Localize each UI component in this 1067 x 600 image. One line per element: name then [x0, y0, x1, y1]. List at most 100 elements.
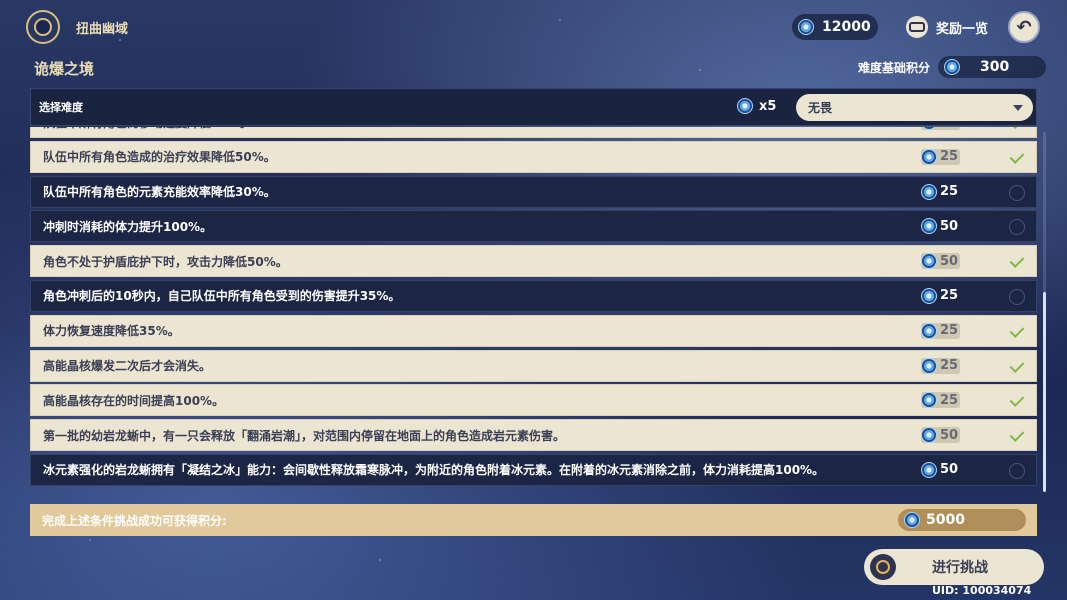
- conditions-list-inner: 队伍中所有角色的移动速度降低15%。 50 队伍中所有角色造成的治疗效果降低50%。…: [30, 127, 1037, 489]
- condition-row[interactable]: 第一批的幼岩龙蜥中，有一只会释放「翻涌岩潮」，对范围内停留在地面上的角色造成岩元…: [30, 419, 1037, 452]
- base-score-value: 300: [980, 59, 1010, 75]
- condition-row[interactable]: 队伍中所有角色造成的治疗效果降低50%。 25: [30, 140, 1037, 173]
- point-coin-icon: [921, 287, 937, 304]
- condition-text: 队伍中所有角色造成的治疗效果降低50%。: [43, 150, 276, 165]
- empty-circle-icon[interactable]: [1009, 288, 1025, 305]
- point-coin-icon: [921, 253, 937, 270]
- condition-row[interactable]: 高能晶核爆发二次后才会消失。 25: [30, 349, 1037, 382]
- condition-row[interactable]: 冲刺时消耗的体力提升100%。 50: [30, 210, 1037, 243]
- point-coin-icon: [921, 357, 937, 374]
- condition-score: 25: [921, 357, 961, 374]
- point-coin-icon: [921, 218, 937, 235]
- condition-score: 50: [921, 427, 961, 444]
- condition-score-value: 25: [940, 149, 959, 165]
- checkmark-icon[interactable]: [1009, 150, 1025, 166]
- checkmark-icon[interactable]: [1009, 127, 1025, 131]
- start-challenge-button[interactable]: 进行挑战: [864, 549, 1044, 585]
- app-title: 扭曲幽域: [76, 22, 129, 37]
- condition-score: 50: [921, 218, 959, 235]
- condition-score-value: 25: [940, 358, 959, 374]
- condition-text: 队伍中所有角色的元素充能效率降低30%。: [43, 185, 276, 200]
- condition-text: 角色冲刺后的10秒内，自己队伍中所有角色受到的伤害提升35%。: [43, 289, 401, 304]
- condition-row[interactable]: 体力恢复速度降低35%。 25: [30, 314, 1037, 347]
- start-challenge-icon: [870, 554, 896, 580]
- condition-row[interactable]: 队伍中所有角色的元素充能效率降低30%。 25: [30, 175, 1037, 208]
- currency-value: 12000: [822, 19, 871, 35]
- conditions-list[interactable]: 队伍中所有角色的移动速度降低15%。 50 队伍中所有角色造成的治疗效果降低50%。…: [30, 127, 1037, 495]
- condition-row[interactable]: 队伍中所有角色的移动速度降低15%。 50: [30, 127, 1037, 138]
- page-title: 诡爆之境: [34, 60, 95, 78]
- empty-circle-icon[interactable]: [1009, 219, 1025, 236]
- checkmark-icon[interactable]: [1009, 428, 1025, 444]
- conditions-scrollbar[interactable]: [1043, 132, 1046, 492]
- checkmark-icon[interactable]: [1009, 324, 1025, 340]
- point-coin-icon: [921, 461, 937, 478]
- point-coin-icon: [921, 148, 937, 165]
- rewards-button[interactable]: 奖励一览: [906, 16, 988, 38]
- point-coin-icon: [737, 98, 753, 114]
- uid-label: UID: 100034074: [932, 584, 1032, 597]
- top-bar: 扭曲幽域 12000 奖励一览 ↶: [0, 0, 1067, 52]
- condition-row[interactable]: 角色冲刺后的10秒内，自己队伍中所有角色受到的伤害提升35%。 25: [30, 279, 1037, 312]
- condition-text: 冲刺时消耗的体力提升100%。: [43, 219, 213, 234]
- point-coin-icon: [798, 19, 814, 35]
- condition-score-value: 25: [940, 392, 959, 408]
- condition-score: 50: [921, 253, 961, 270]
- condition-score-value: 50: [940, 253, 959, 269]
- condition-score: 25: [921, 392, 961, 409]
- currency-counter: 12000: [792, 14, 878, 40]
- domain-compass-icon: [26, 10, 60, 44]
- condition-text: 第一批的幼岩龙蜥中，有一只会释放「翻涌岩潮」，对范围内停留在地面上的角色造成岩元…: [43, 428, 566, 443]
- difficulty-label: 选择难度: [39, 101, 83, 114]
- point-coin-icon: [921, 322, 937, 339]
- condition-score: 25: [921, 322, 961, 339]
- total-score-value: 5000: [926, 512, 965, 528]
- rewards-list-icon: [906, 16, 928, 38]
- point-coin-icon: [944, 59, 961, 75]
- condition-score-value: 25: [940, 323, 959, 339]
- checkmark-icon[interactable]: [1009, 254, 1025, 270]
- difficulty-bar: 选择难度 x5 无畏: [30, 88, 1037, 126]
- condition-score-value: 50: [940, 462, 959, 478]
- checkmark-icon[interactable]: [1009, 359, 1025, 375]
- rewards-label: 奖励一览: [936, 21, 989, 37]
- base-score-label: 难度基础积分: [858, 60, 931, 75]
- chevron-down-icon: [1013, 105, 1023, 111]
- point-coin-icon: [921, 183, 937, 200]
- back-arrow-icon: ↶: [1016, 16, 1032, 38]
- base-score-pill: 300: [938, 56, 1047, 78]
- condition-text: 高能晶核存在的时间提高100%。: [43, 393, 225, 408]
- base-score: 难度基础积分 300: [858, 56, 1047, 78]
- total-score-pill: 5000: [898, 509, 1026, 531]
- checkmark-icon[interactable]: [1009, 393, 1025, 409]
- condition-row[interactable]: 冰元素强化的岩龙蜥拥有「凝结之冰」能力：会间歇性释放霜寒脉冲，为附近的角色附着冰…: [30, 453, 1037, 486]
- point-coin-icon: [921, 127, 937, 130]
- multiplier-value: x5: [759, 98, 777, 114]
- point-coin-icon: [921, 427, 937, 444]
- empty-circle-icon[interactable]: [1009, 184, 1025, 201]
- back-button[interactable]: ↶: [1008, 11, 1040, 43]
- condition-row[interactable]: 角色不处于护盾庇护下时，攻击力降低50%。 50: [30, 245, 1037, 278]
- condition-text: 体力恢复速度降低35%。: [43, 324, 180, 339]
- condition-score: 50: [921, 127, 961, 130]
- condition-score-value: 50: [940, 427, 959, 443]
- scrollbar-thumb[interactable]: [1043, 292, 1046, 492]
- difficulty-multiplier: x5: [737, 98, 776, 114]
- condition-score: 25: [921, 287, 958, 304]
- condition-score: 25: [921, 148, 961, 165]
- condition-row[interactable]: 高能晶核存在的时间提高100%。 25: [30, 384, 1037, 417]
- difficulty-select[interactable]: 无畏: [796, 94, 1033, 121]
- condition-score: 25: [921, 183, 958, 200]
- start-challenge-label: 进行挑战: [932, 560, 988, 576]
- condition-score-value: 50: [940, 127, 958, 130]
- total-score-label: 完成上述条件挑战成功可获得积分:: [42, 513, 227, 528]
- condition-score: 50: [921, 461, 959, 478]
- condition-text: 队伍中所有角色的移动速度降低15%。: [43, 127, 252, 131]
- condition-score-value: 50: [940, 218, 959, 234]
- difficulty-selected-value: 无畏: [808, 101, 833, 115]
- empty-circle-icon[interactable]: [1009, 462, 1025, 479]
- condition-text: 高能晶核爆发二次后才会消失。: [43, 359, 212, 374]
- condition-text: 角色不处于护盾庇护下时，攻击力降低50%。: [43, 254, 288, 269]
- point-coin-icon: [904, 512, 920, 528]
- point-coin-icon: [921, 392, 937, 409]
